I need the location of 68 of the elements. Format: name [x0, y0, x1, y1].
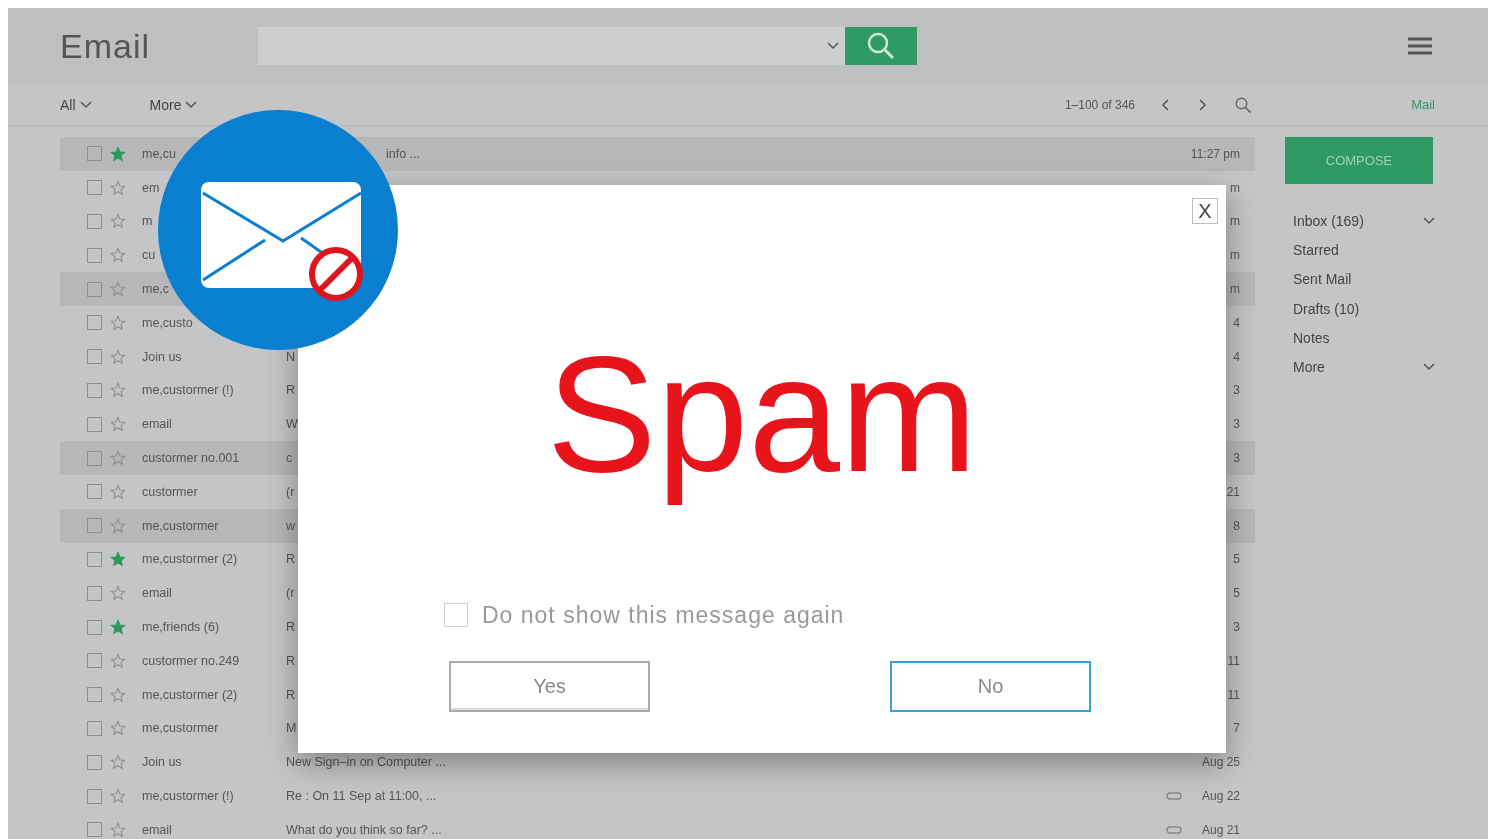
subject-text: info ...: [385, 146, 421, 161]
time-text: m: [1230, 282, 1240, 297]
subject-text: R: [286, 653, 296, 668]
sender-text: me,custo: [142, 315, 194, 330]
sender-text: me,c: [142, 282, 171, 297]
pagination-count: 1–100 of 346: [1064, 97, 1135, 112]
sender-text: custormer no.249: [142, 653, 241, 668]
sender-text: custormer no.001: [142, 451, 241, 466]
subject-text: R: [286, 552, 296, 567]
sender-text: me,custormer (2): [142, 687, 239, 702]
time-text: m: [1230, 180, 1240, 195]
time-text: 3: [1232, 417, 1240, 432]
folder-label: Inbox (169): [1293, 212, 1364, 229]
sender-text: em: [142, 180, 161, 195]
sender-text: Join us: [142, 349, 183, 364]
folder-label: Notes: [1293, 329, 1330, 346]
sender-text: me,custormer: [142, 721, 220, 736]
time-text: 4: [1232, 349, 1240, 364]
time-text: 11: [1227, 653, 1240, 668]
time-text: 7: [1232, 721, 1240, 736]
dialog-title: Spam: [546, 321, 978, 508]
subject-text: N: [286, 349, 296, 364]
sender-text: cu: [142, 248, 157, 263]
time-text: Aug 22: [1201, 789, 1240, 804]
sender-text: me,custormer: [142, 518, 220, 533]
subject-text: W: [286, 417, 298, 432]
time-text: 11: [1227, 687, 1240, 702]
subject-text: What do you think so far? ...: [286, 822, 442, 837]
subject-text: R: [286, 687, 296, 702]
folder-label: Drafts (10): [1293, 300, 1360, 317]
sender-text: me,cu: [142, 146, 178, 161]
time-text: 8: [1232, 518, 1240, 533]
sender-text: Join us: [142, 755, 183, 770]
folder-label: Sent Mail: [1293, 271, 1352, 288]
time-text: m: [1230, 214, 1240, 229]
time-text: 3: [1232, 451, 1240, 466]
subject-text: c: [286, 451, 293, 466]
time-text: 11:27 pm: [1190, 146, 1240, 161]
time-text: 5: [1232, 586, 1240, 601]
sender-text: me,custormer (2): [142, 552, 239, 567]
subject-text: M: [286, 721, 297, 736]
time-text: Aug 25: [1201, 755, 1240, 770]
sender-text: me,custormer (!): [142, 789, 235, 804]
subject-text: R: [286, 620, 296, 635]
subject-text: New Sign–in on Computer ...: [286, 755, 446, 770]
time-text: 3: [1232, 383, 1240, 398]
time-text: 5: [1232, 552, 1240, 567]
app-title: Email: [60, 26, 152, 66]
folder-label: More: [1293, 359, 1325, 376]
sender-text: me,friends (6): [142, 620, 221, 635]
sender-text: custormer: [142, 484, 199, 499]
subject-text: Re : On 11 Sep at 11:00, ...: [286, 789, 437, 804]
checkbox-label: Do not show this message again: [482, 601, 845, 629]
subject-text: R: [286, 383, 296, 398]
sender-text: email: [142, 417, 173, 432]
time-text: Aug 21: [1201, 822, 1240, 837]
sender-text: m: [142, 214, 154, 229]
sender-text: email: [142, 586, 173, 601]
time-text: 4: [1232, 315, 1240, 330]
time-text: 21: [1226, 484, 1240, 499]
subject-text: w: [286, 518, 296, 533]
subject-text: (r: [286, 484, 295, 499]
folder-label: Starred: [1293, 241, 1339, 258]
time-text: m: [1230, 248, 1240, 263]
sender-text: me,custormer (!): [142, 383, 235, 398]
subject-text: (r: [286, 586, 295, 601]
sender-text: email: [142, 822, 173, 837]
time-text: 3: [1232, 620, 1240, 635]
